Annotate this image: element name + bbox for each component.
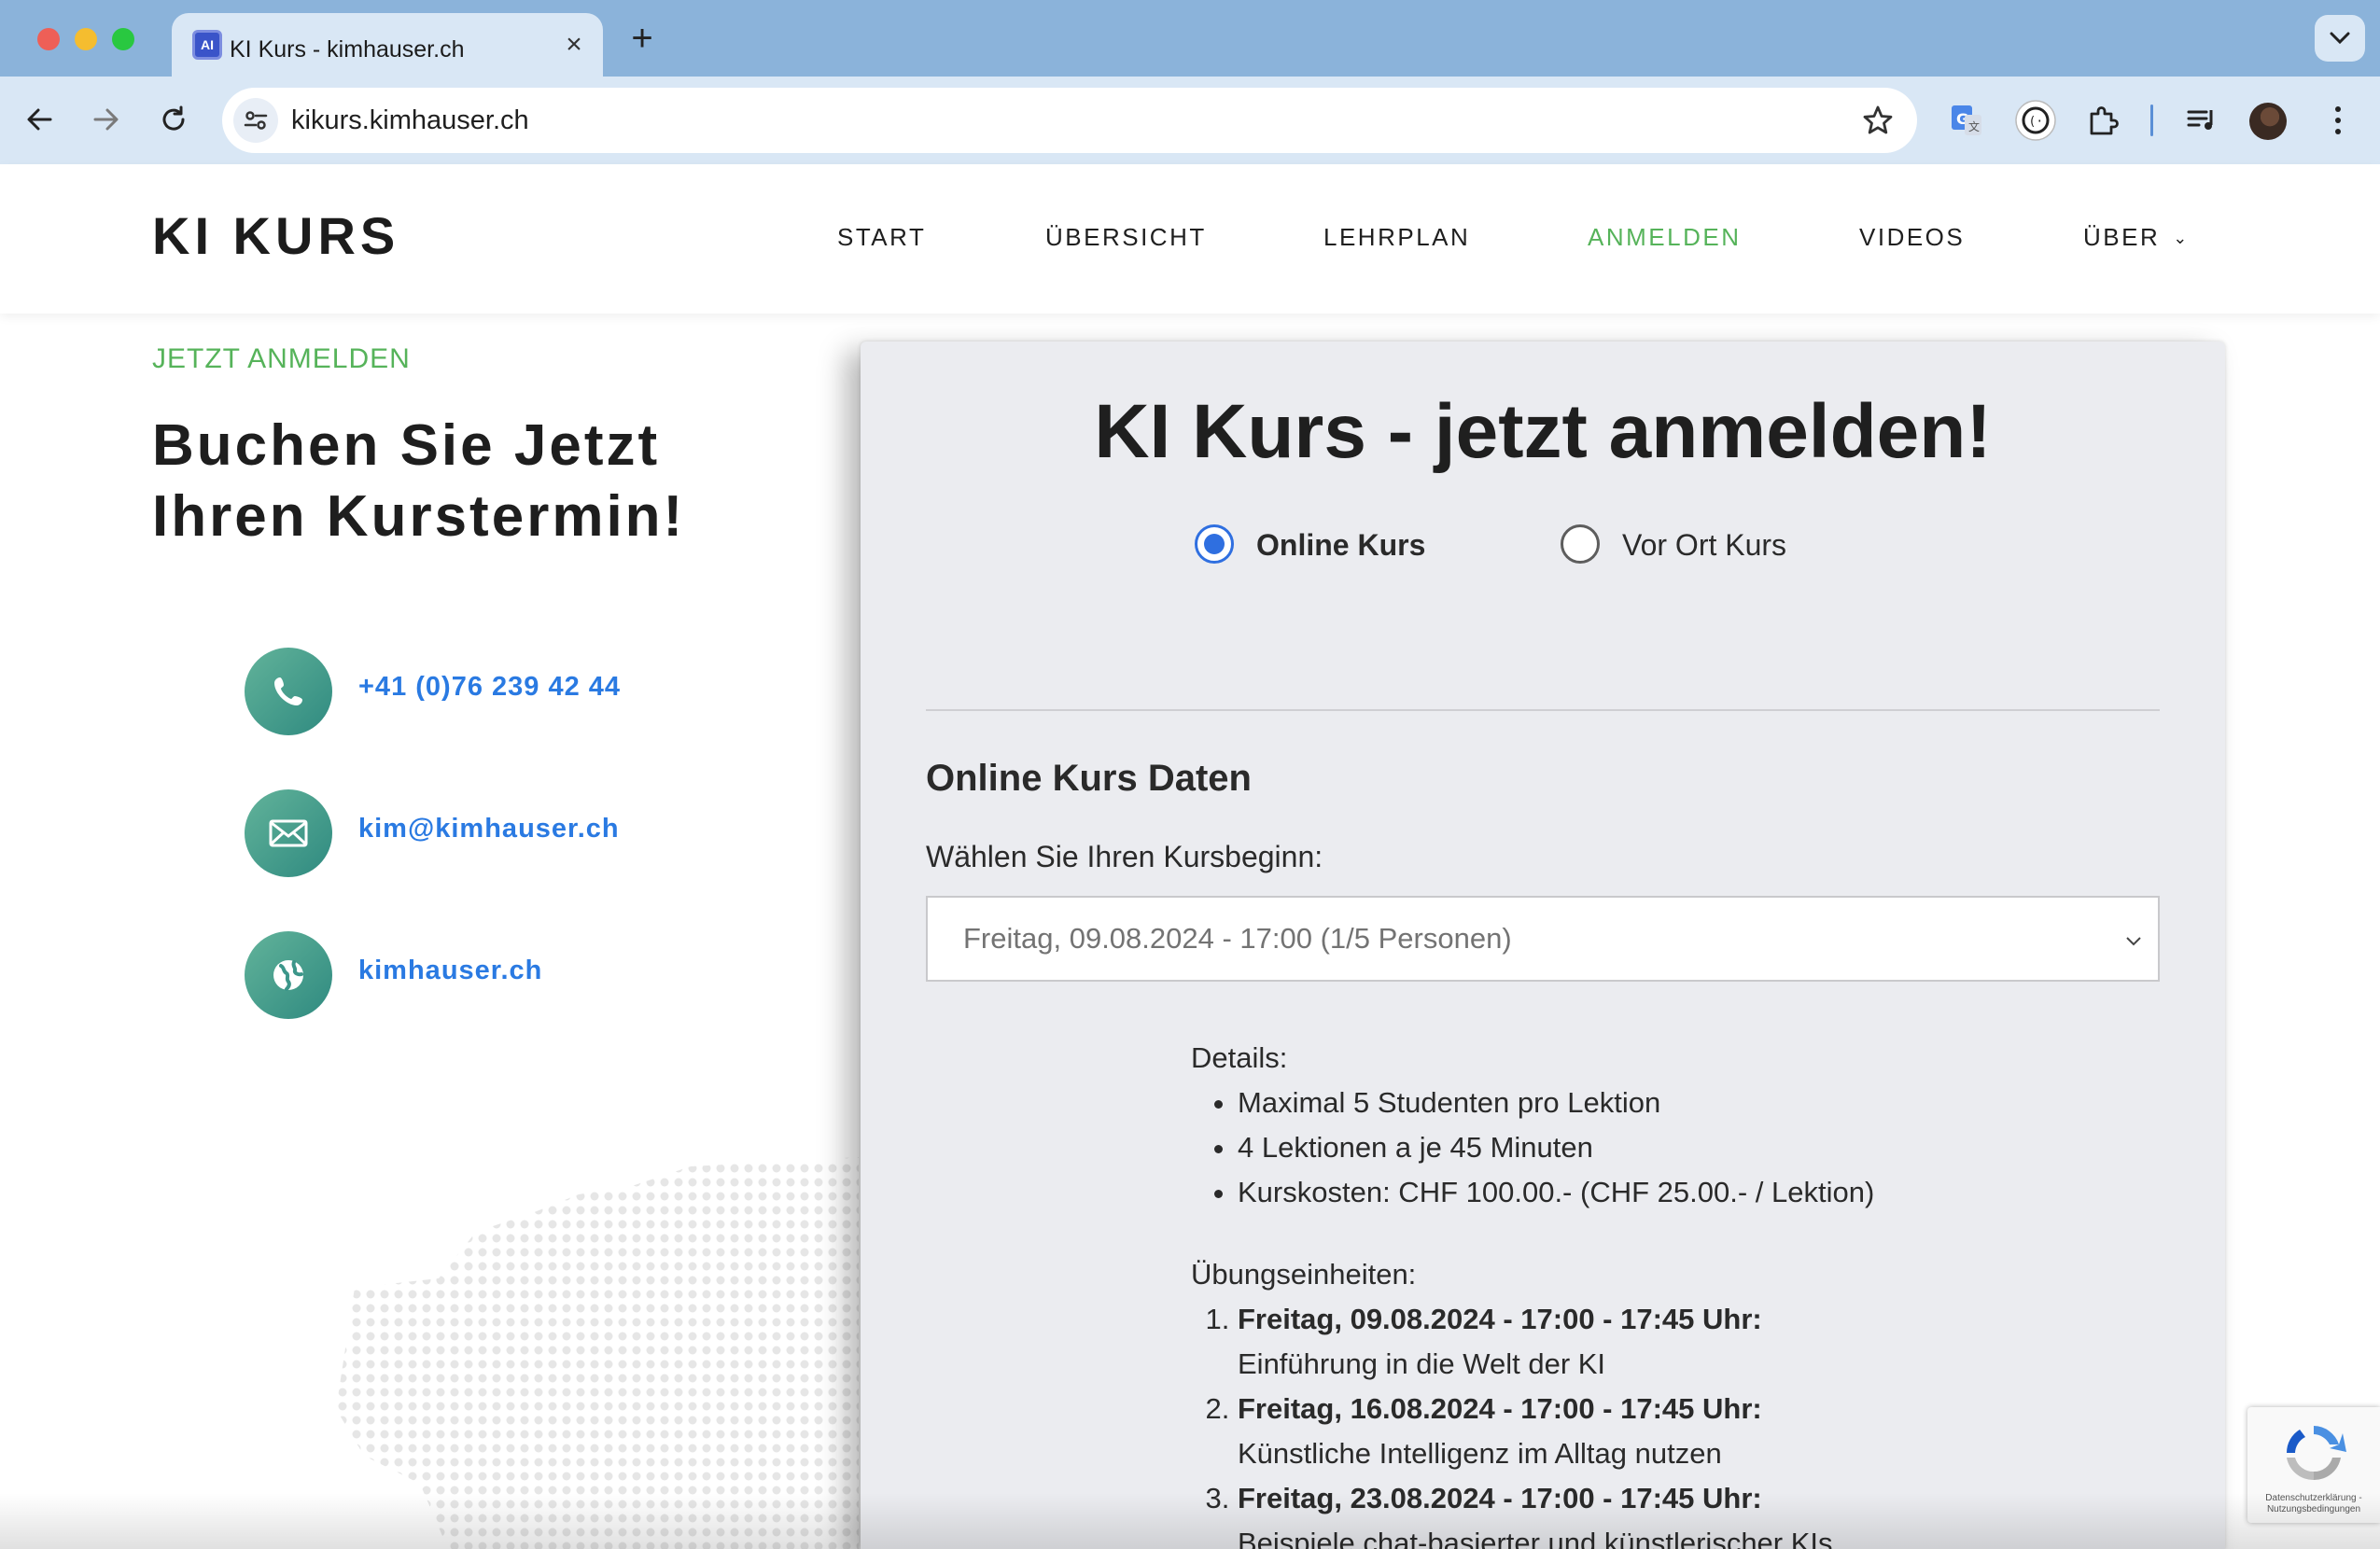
new-tab-button[interactable]: +	[623, 20, 661, 58]
world-map-decoration	[336, 1157, 859, 1549]
units-list: Freitag, 09.08.2024 - 17:00 - 17:45 Uhr:…	[1238, 1297, 2124, 1549]
extension-icon[interactable]: (·)	[2012, 97, 2059, 144]
site-settings-icon[interactable]	[233, 98, 278, 143]
course-details: Details: Maximal 5 Studenten pro Lektion…	[1191, 1036, 2124, 1549]
site-header: KI KURS START ÜBERSICHT LEHRPLAN ANMELDE…	[0, 164, 2380, 314]
unit-date: Freitag, 23.08.2024 - 17:00 - 17:45 Uhr:	[1238, 1482, 1762, 1514]
list-item: Freitag, 16.08.2024 - 17:00 - 17:45 Uhr:…	[1238, 1387, 2124, 1476]
tab-title: KI Kurs - kimhauser.ch	[230, 36, 465, 63]
browser-tab[interactable]: AI KI Kurs - kimhauser.ch ×	[172, 13, 603, 77]
radio-button-online[interactable]	[1195, 524, 1234, 564]
unit-topic: Beispiele chat-basierter und künstlerisc…	[1238, 1527, 1833, 1549]
forward-button[interactable]	[84, 97, 129, 142]
unit-topic: Künstliche Intelligenz im Alltag nutzen	[1238, 1437, 1722, 1470]
section-eyebrow: JETZT ANMELDEN	[152, 343, 411, 374]
contact-phone: +41 (0)76 239 42 44	[245, 648, 730, 735]
details-list: Maximal 5 Studenten pro Lektion 4 Lektio…	[1238, 1081, 2124, 1215]
maximize-window-button[interactable]	[112, 28, 134, 50]
headline-line-1: Buchen Sie Jetzt	[152, 413, 661, 478]
unit-topic: Einführung in die Welt der KI	[1238, 1347, 1606, 1380]
section-divider	[926, 709, 2160, 711]
bookmark-star-icon[interactable]	[1859, 102, 1897, 139]
list-item: Freitag, 23.08.2024 - 17:00 - 17:45 Uhr:…	[1238, 1476, 2124, 1549]
phone-icon	[245, 648, 332, 735]
section-heading: Online Kurs Daten	[926, 758, 1252, 799]
tab-strip: AI KI Kurs - kimhauser.ch × +	[0, 0, 2380, 77]
select-value: Freitag, 09.08.2024 - 17:00 (1/5 Persone…	[963, 922, 1512, 955]
form-title: KI Kurs - jetzt anmelden!	[1094, 389, 1992, 474]
site-logo[interactable]: KI KURS	[152, 205, 399, 266]
browser-chrome: AI KI Kurs - kimhauser.ch × + kikurs.kim…	[0, 0, 2380, 164]
unit-date: Freitag, 09.08.2024 - 17:00 - 17:45 Uhr:	[1238, 1303, 1762, 1335]
toolbar-separator	[2150, 105, 2153, 136]
list-item: Freitag, 09.08.2024 - 17:00 - 17:45 Uhr:…	[1238, 1297, 2124, 1387]
nav-ueber[interactable]: ÜBER ⌄	[2083, 223, 2190, 252]
registration-card: KI Kurs - jetzt anmelden! Online Kurs Vo…	[861, 342, 2225, 1549]
select-label: Wählen Sie Ihren Kursbeginn:	[926, 840, 1323, 873]
forward-icon	[93, 108, 119, 131]
contact-website: kimhauser.ch	[245, 931, 730, 1019]
list-item: Maximal 5 Studenten pro Lektion	[1238, 1081, 2124, 1125]
kebab-menu-icon[interactable]	[2315, 97, 2361, 144]
recaptcha-links[interactable]: Datenschutzerklärung - Nutzungsbedingung…	[2253, 1493, 2374, 1515]
nav-ueber-label: ÜBER	[2083, 223, 2161, 251]
headline-line-2: Ihren Kurstermin!	[152, 484, 686, 549]
browser-toolbar: kikurs.kimhauser.ch G文 (·)	[0, 77, 2380, 164]
tab-close-icon[interactable]: ×	[558, 29, 590, 61]
nav-anmelden[interactable]: ANMELDEN	[1588, 223, 1741, 252]
contact-email: kim@kimhauser.ch	[245, 789, 730, 877]
nav-lehrplan[interactable]: LEHRPLAN	[1323, 223, 1470, 252]
minimize-window-button[interactable]	[75, 28, 97, 50]
recaptcha-icon	[2286, 1426, 2346, 1481]
radio-label-vor-ort[interactable]: Vor Ort Kurs	[1622, 528, 1786, 563]
media-queue-icon[interactable]	[2178, 97, 2225, 144]
website-link[interactable]: kimhauser.ch	[358, 956, 542, 986]
phone-link[interactable]: +41 (0)76 239 42 44	[358, 672, 621, 703]
extensions-puzzle-icon[interactable]	[2079, 97, 2126, 144]
details-heading: Details:	[1191, 1041, 1288, 1074]
favicon-icon: AI	[192, 30, 222, 60]
unit-date: Freitag, 16.08.2024 - 17:00 - 17:45 Uhr:	[1238, 1392, 1762, 1425]
reload-button[interactable]	[151, 97, 196, 142]
back-icon	[27, 108, 52, 131]
radio-button-vor-ort[interactable]	[1561, 524, 1600, 564]
recaptcha-badge[interactable]: Datenschutzerklärung - Nutzungsbedingung…	[2247, 1407, 2380, 1523]
svg-text:(·): (·)	[2029, 115, 2051, 129]
url-text[interactable]: kikurs.kimhauser.ch	[291, 88, 529, 153]
chevron-down-icon	[2330, 32, 2350, 45]
nav-videos[interactable]: VIDEOS	[1859, 223, 1965, 252]
chevron-down-icon: ⌄	[2173, 229, 2190, 247]
back-button[interactable]	[17, 97, 62, 142]
radio-label-online[interactable]: Online Kurs	[1256, 528, 1425, 563]
mail-icon	[245, 789, 332, 877]
close-window-button[interactable]	[37, 28, 60, 50]
units-heading: Übungseinheiten:	[1191, 1258, 1417, 1291]
globe-icon	[245, 931, 332, 1019]
list-item: 4 Lektionen a je 45 Minuten	[1238, 1125, 2124, 1170]
reload-icon	[162, 105, 185, 131]
google-translate-icon[interactable]: G文	[1943, 97, 1990, 144]
address-bar[interactable]: kikurs.kimhauser.ch	[222, 88, 1917, 153]
svg-text:文: 文	[1968, 119, 1980, 133]
tab-search-button[interactable]	[2315, 15, 2365, 62]
email-link[interactable]: kim@kimhauser.ch	[358, 814, 620, 844]
chevron-down-icon	[2126, 937, 2141, 946]
nav-uebersicht[interactable]: ÜBERSICHT	[1045, 223, 1207, 252]
course-start-select[interactable]: Freitag, 09.08.2024 - 17:00 (1/5 Persone…	[926, 896, 2160, 982]
profile-avatar[interactable]	[2249, 103, 2287, 140]
page-headline: Buchen Sie Jetzt Ihren Kurstermin!	[152, 411, 749, 552]
nav-start[interactable]: START	[837, 223, 926, 252]
list-item: Kurskosten: CHF 100.00.- (CHF 25.00.- / …	[1238, 1170, 2124, 1215]
